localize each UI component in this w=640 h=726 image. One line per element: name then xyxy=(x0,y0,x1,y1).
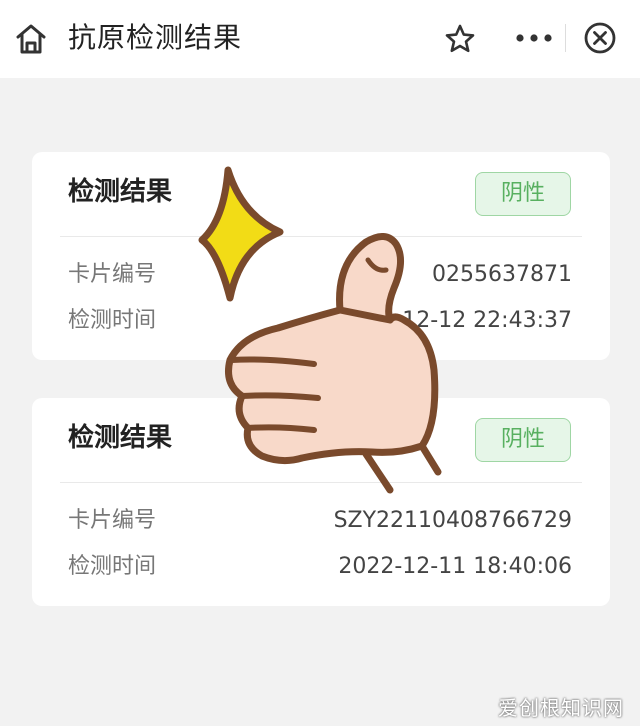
card-title: 检测结果 xyxy=(68,423,173,453)
card-number-label: 卡片编号 xyxy=(68,262,157,287)
home-icon xyxy=(16,24,46,54)
card-number-label: 卡片编号 xyxy=(68,508,157,533)
thumbs-up-sticker xyxy=(198,166,442,494)
home-button[interactable] xyxy=(12,20,50,58)
status-badge: 阴性 xyxy=(475,172,571,216)
favorite-button[interactable] xyxy=(441,20,479,58)
thumbs-up-icon xyxy=(225,233,442,494)
close-icon xyxy=(584,22,616,54)
sparkle-icon xyxy=(198,166,284,302)
page: 抗原检测结果 检测结果 阴性 卡片编号 S 0255637871 检测时间 2-… xyxy=(0,0,640,726)
star-icon xyxy=(445,24,475,53)
more-button[interactable] xyxy=(508,14,560,62)
card-number-value: SZY22110408766729 xyxy=(333,508,572,533)
capsule-divider xyxy=(565,24,566,52)
more-icon xyxy=(516,34,552,42)
status-badge: 阴性 xyxy=(475,418,571,462)
watermark: 爱创根知识网 xyxy=(498,696,624,720)
test-time-label: 检测时间 xyxy=(68,554,157,579)
test-time-label: 检测时间 xyxy=(68,308,157,333)
test-time-value: 2022-12-11 18:40:06 xyxy=(338,554,572,579)
top-nav-bar: 抗原检测结果 xyxy=(0,0,640,78)
close-button[interactable] xyxy=(578,16,622,60)
page-title: 抗原检测结果 xyxy=(68,21,243,54)
card-title: 检测结果 xyxy=(68,177,173,207)
